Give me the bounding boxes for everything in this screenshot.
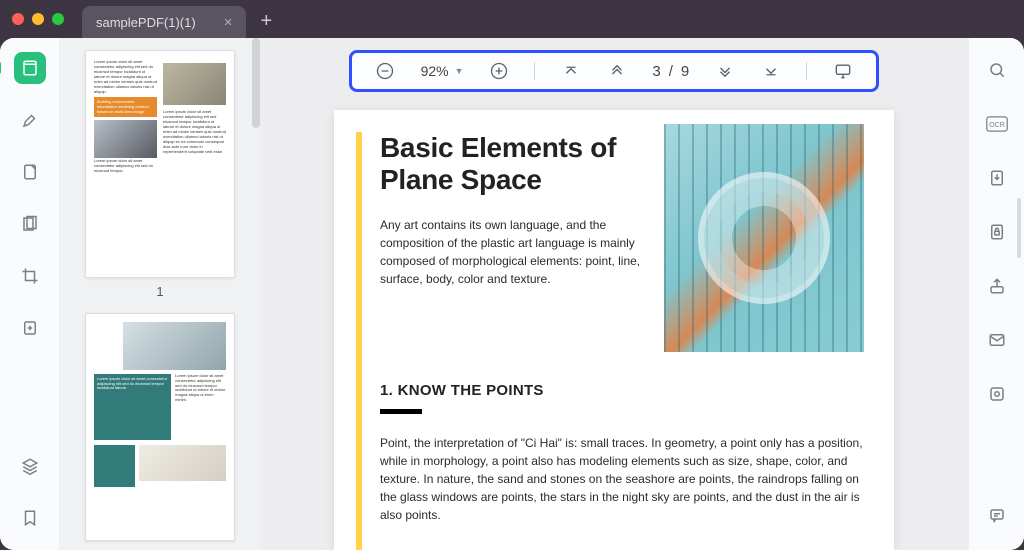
prev-page-button[interactable]: [606, 60, 628, 82]
toolbar-divider: [806, 62, 807, 80]
zoom-select[interactable]: 92% ▼: [421, 63, 464, 79]
zoom-value: 92%: [421, 63, 449, 79]
comments-button[interactable]: [981, 500, 1013, 532]
thumbnail-page-number: 1: [72, 284, 248, 299]
thumbnail-page-1[interactable]: Lorem ipsum dolor sit amet consectetur a…: [85, 50, 235, 278]
page-title: Basic Elements of Plane Space: [380, 132, 646, 196]
highlighter-tool[interactable]: [14, 104, 46, 136]
intro-paragraph: Any art contains its own language, and t…: [380, 216, 646, 288]
left-tool-rail: [0, 38, 60, 550]
view-toolbar: 92% ▼ 3 / 9: [349, 50, 879, 92]
search-button[interactable]: [981, 54, 1013, 86]
thumb-callout: Building environment information modelin…: [94, 97, 157, 117]
close-tab-button[interactable]: ×: [224, 14, 233, 31]
thumbnail-scrollbar[interactable]: [252, 38, 260, 128]
document-tab[interactable]: samplePDF(1)(1) ×: [82, 6, 246, 38]
first-page-button[interactable]: [560, 60, 582, 82]
last-page-button[interactable]: [760, 60, 782, 82]
maximize-window-button[interactable]: [52, 13, 64, 25]
new-tab-button[interactable]: +: [246, 10, 286, 33]
zoom-in-button[interactable]: [488, 60, 510, 82]
svg-text:OCR: OCR: [989, 122, 1005, 129]
protect-button[interactable]: [981, 216, 1013, 248]
page-indicator[interactable]: 3 / 9: [652, 63, 689, 80]
section-1-heading: 1. KNOW THE POINTS: [380, 382, 864, 399]
total-pages: 9: [681, 63, 689, 80]
right-rail-scrollbar[interactable]: [1017, 198, 1021, 258]
current-page: 3: [652, 63, 660, 80]
thumbnails-tool[interactable]: [14, 52, 46, 84]
heading-rule: [380, 409, 422, 414]
thumbnail-panel: Lorem ipsum dolor sit amet consectetur a…: [60, 38, 260, 550]
pdf-page: Basic Elements of Plane Space Any art co…: [334, 110, 894, 550]
annotate-tool[interactable]: [14, 156, 46, 188]
share-button[interactable]: [981, 270, 1013, 302]
app-brand-badge: [976, 6, 1010, 26]
tab-title: samplePDF(1)(1): [96, 15, 196, 30]
close-window-button[interactable]: [12, 13, 24, 25]
layers-tool[interactable]: [14, 450, 46, 482]
chevron-down-icon: ▼: [455, 66, 464, 76]
titlebar: samplePDF(1)(1) × +: [0, 0, 1024, 38]
next-page-button[interactable]: [714, 60, 736, 82]
hero-image: [664, 124, 864, 352]
export-tool[interactable]: [14, 312, 46, 344]
toolbar-divider: [534, 62, 535, 80]
document-viewport: 92% ▼ 3 / 9: [260, 38, 968, 550]
page-accent-bar: [356, 132, 362, 550]
thumbnail-page-2[interactable]: Lorem ipsum dolor sit amet consectetur a…: [85, 313, 235, 541]
window-controls: [12, 13, 82, 25]
bookmark-tool[interactable]: [14, 502, 46, 534]
cloud-save-button[interactable]: [981, 378, 1013, 410]
ocr-button[interactable]: OCR: [981, 108, 1013, 140]
minimize-window-button[interactable]: [32, 13, 44, 25]
presentation-button[interactable]: [832, 60, 854, 82]
app-body: Lorem ipsum dolor sit amet consectetur a…: [0, 38, 1024, 550]
pages-tool[interactable]: [14, 208, 46, 240]
page-separator: /: [669, 63, 673, 80]
right-tool-rail: OCR: [968, 38, 1024, 550]
section-1-body: Point, the interpretation of "Ci Hai" is…: [380, 434, 864, 524]
crop-tool[interactable]: [14, 260, 46, 292]
mail-button[interactable]: [981, 324, 1013, 356]
zoom-out-button[interactable]: [374, 60, 396, 82]
convert-button[interactable]: [981, 162, 1013, 194]
